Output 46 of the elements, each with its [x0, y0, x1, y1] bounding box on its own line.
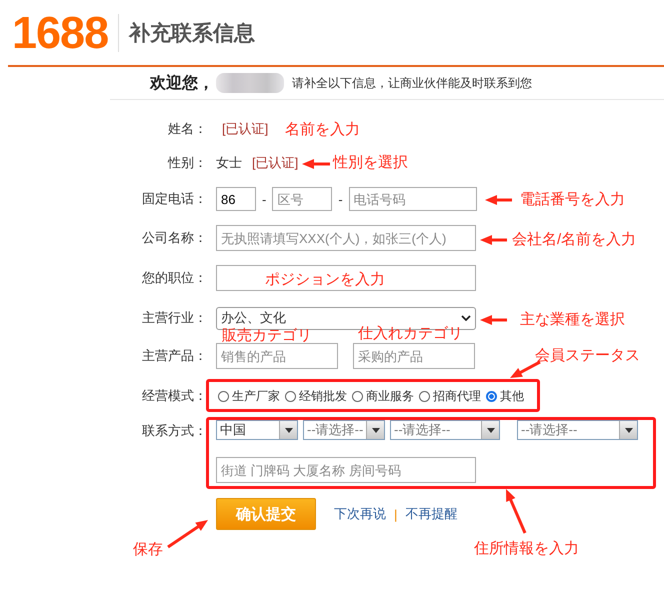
annotation-text: 会員ステータス: [535, 346, 640, 366]
phone-field[interactable]: 区号: [272, 187, 332, 211]
field-label: 联系方式：: [141, 422, 207, 440]
field-label: 公司名称：: [141, 229, 207, 247]
product-field[interactable]: 销售的产品: [216, 343, 338, 369]
dismiss-link[interactable]: 不再提醒: [405, 505, 458, 523]
radio-option[interactable]: 商业服务: [350, 388, 414, 404]
link-separator: |: [394, 506, 398, 522]
field-label: 固定电话：: [141, 190, 207, 208]
annotation-text: 名前を入力: [285, 120, 360, 140]
annotation-text: 性別を選択: [333, 153, 408, 173]
verified-label: [已认证]: [222, 120, 268, 138]
phone-field[interactable]: 电话号码: [348, 187, 477, 211]
region-select[interactable]: 中国: [216, 420, 298, 440]
field-label: 性别：: [166, 154, 207, 172]
annotation-text: 電話番号を入力: [520, 190, 625, 210]
annotation-text: 主な業種を選択: [520, 310, 625, 330]
dash-separator: -: [262, 192, 266, 206]
later-link[interactable]: 下次再说: [334, 505, 386, 523]
radio-option[interactable]: 其他: [484, 388, 524, 404]
product-field[interactable]: 采购的产品: [353, 343, 475, 369]
field-label: 您的职位：: [141, 269, 207, 287]
annotation-text: 保存: [133, 540, 163, 560]
region-select[interactable]: --请选择--: [517, 420, 638, 440]
text-field[interactable]: 无执照请填写XXX(个人)，如张三(个人): [216, 225, 476, 251]
radio-option[interactable]: 生产厂家: [216, 388, 280, 404]
field-label: 主营产品：: [141, 347, 207, 365]
radio-option[interactable]: 招商代理: [417, 388, 481, 404]
region-select[interactable]: --请选择--: [303, 420, 385, 440]
welcome-greeting: 欢迎您，: [150, 73, 214, 94]
verified-label: [已认证]: [252, 154, 298, 172]
page-title: 补充联系信息: [129, 20, 256, 46]
street-field[interactable]: 街道 门牌码 大厦名称 房间号码: [216, 457, 476, 483]
gender-value: 女士: [216, 154, 242, 172]
field-label: 主营行业：: [141, 309, 207, 327]
region-select[interactable]: --请选择--: [390, 420, 500, 440]
phone-field[interactable]: 86: [216, 187, 256, 211]
field-label: 姓名：: [167, 120, 207, 138]
welcome-message: 请补全以下信息，让商业伙伴能及时联系到您: [292, 74, 532, 92]
annotation-text: ポジションを入力: [265, 270, 385, 290]
radio-option[interactable]: 经销批发: [283, 388, 347, 404]
annotation-text: 会社名/名前を入力: [512, 230, 636, 250]
field-label: 经营模式：: [141, 387, 207, 405]
logo: 1688: [12, 10, 108, 55]
dash-separator: -: [338, 192, 343, 206]
annotation-text: 住所情報を入力: [474, 539, 579, 559]
